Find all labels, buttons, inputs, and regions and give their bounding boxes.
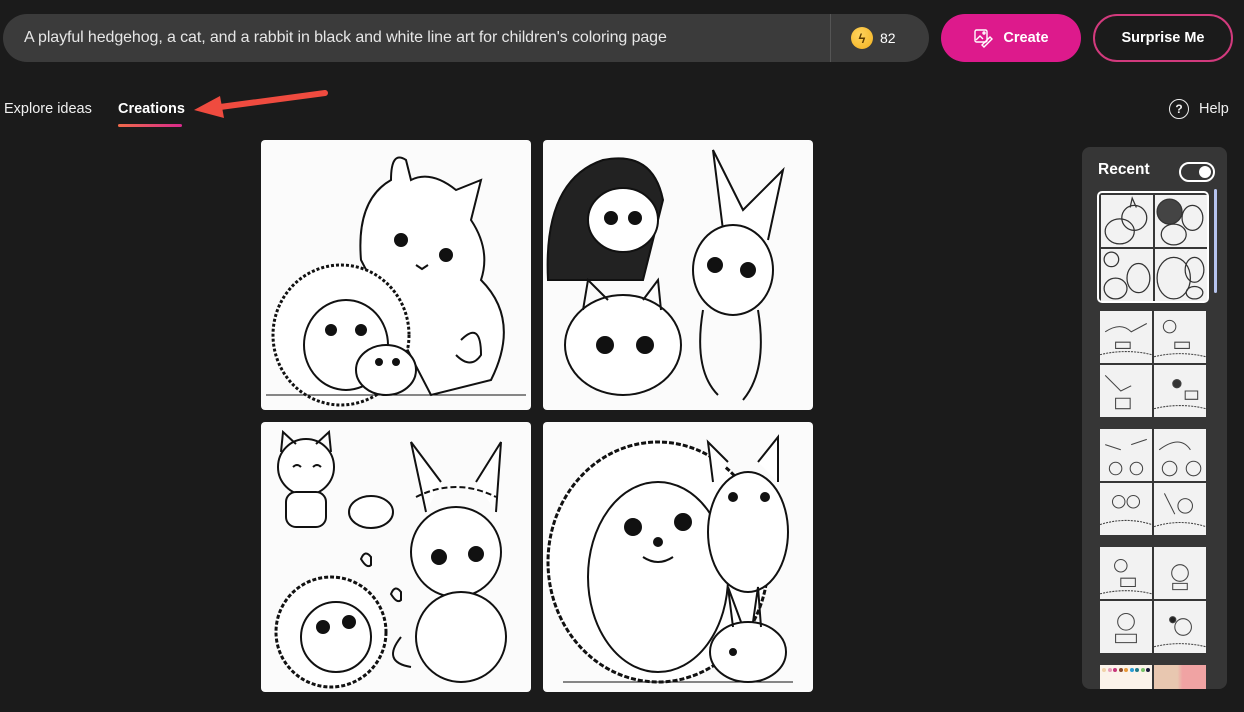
recent-thumb bbox=[1100, 429, 1152, 481]
help-label: Help bbox=[1199, 101, 1229, 117]
palette-dot bbox=[1146, 668, 1150, 672]
recent-thumb bbox=[1154, 601, 1206, 653]
recent-thumb bbox=[1100, 547, 1152, 599]
credits-counter: ϟ 82 bbox=[831, 27, 929, 49]
prompt-input[interactable]: A playful hedgehog, a cat, and a rabbit … bbox=[3, 29, 830, 47]
palette-dot bbox=[1129, 668, 1134, 672]
recent-thumb bbox=[1154, 483, 1206, 535]
recent-thumb bbox=[1100, 601, 1152, 653]
tab-explore-ideas[interactable]: Explore ideas bbox=[4, 101, 92, 117]
color-palette bbox=[1102, 668, 1152, 672]
recent-group-2[interactable] bbox=[1100, 311, 1206, 417]
recent-group-1[interactable] bbox=[1097, 191, 1209, 303]
recent-thumb bbox=[1154, 429, 1206, 481]
tab-creations[interactable]: Creations bbox=[118, 101, 185, 117]
palette-dot bbox=[1151, 668, 1152, 672]
recent-thumb-photo bbox=[1154, 665, 1206, 689]
question-circle-icon: ? bbox=[1169, 99, 1189, 119]
creation-image-3[interactable] bbox=[261, 422, 531, 692]
recent-scrollbar[interactable] bbox=[1214, 189, 1217, 293]
recent-panel: Recent bbox=[1082, 147, 1227, 689]
create-label: Create bbox=[1003, 30, 1049, 46]
creation-image-2[interactable] bbox=[543, 140, 813, 410]
recent-group-4[interactable] bbox=[1100, 547, 1206, 653]
recent-thumb bbox=[1155, 249, 1207, 301]
toggle-knob bbox=[1199, 166, 1211, 178]
recent-thumb-palette bbox=[1100, 665, 1152, 689]
help-link[interactable]: ? Help bbox=[1169, 99, 1229, 119]
palette-dot bbox=[1135, 668, 1139, 672]
prompt-bar[interactable]: A playful hedgehog, a cat, and a rabbit … bbox=[3, 14, 929, 62]
recent-thumb bbox=[1101, 195, 1153, 247]
recent-thumb bbox=[1100, 483, 1152, 535]
surprise-me-button[interactable]: Surprise Me bbox=[1093, 14, 1233, 62]
palette-dot bbox=[1124, 668, 1128, 672]
recent-thumb bbox=[1154, 547, 1206, 599]
creation-image-1[interactable] bbox=[261, 140, 531, 410]
recent-thumb bbox=[1101, 249, 1153, 301]
recent-group-3[interactable] bbox=[1100, 429, 1206, 535]
red-arrow-annotation bbox=[194, 90, 328, 118]
recent-title: Recent bbox=[1098, 161, 1150, 178]
palette-dot bbox=[1118, 668, 1123, 672]
lightning-coin-icon: ϟ bbox=[851, 27, 873, 49]
credits-count: 82 bbox=[880, 30, 896, 46]
create-button[interactable]: Create bbox=[941, 14, 1081, 62]
creation-image-4[interactable] bbox=[543, 422, 813, 692]
recent-thumb bbox=[1155, 195, 1207, 247]
palette-dot bbox=[1107, 668, 1112, 672]
recent-thumb bbox=[1154, 311, 1206, 363]
palette-dot bbox=[1102, 668, 1106, 672]
recent-thumb bbox=[1100, 365, 1152, 417]
recent-thumb bbox=[1154, 365, 1206, 417]
recent-thumb bbox=[1100, 311, 1152, 363]
recent-group-5[interactable] bbox=[1100, 665, 1206, 689]
image-edit-icon bbox=[974, 29, 994, 48]
palette-dot bbox=[1113, 668, 1117, 672]
palette-dot bbox=[1140, 668, 1145, 672]
active-tab-indicator bbox=[118, 124, 182, 127]
recent-toggle[interactable] bbox=[1179, 162, 1215, 182]
